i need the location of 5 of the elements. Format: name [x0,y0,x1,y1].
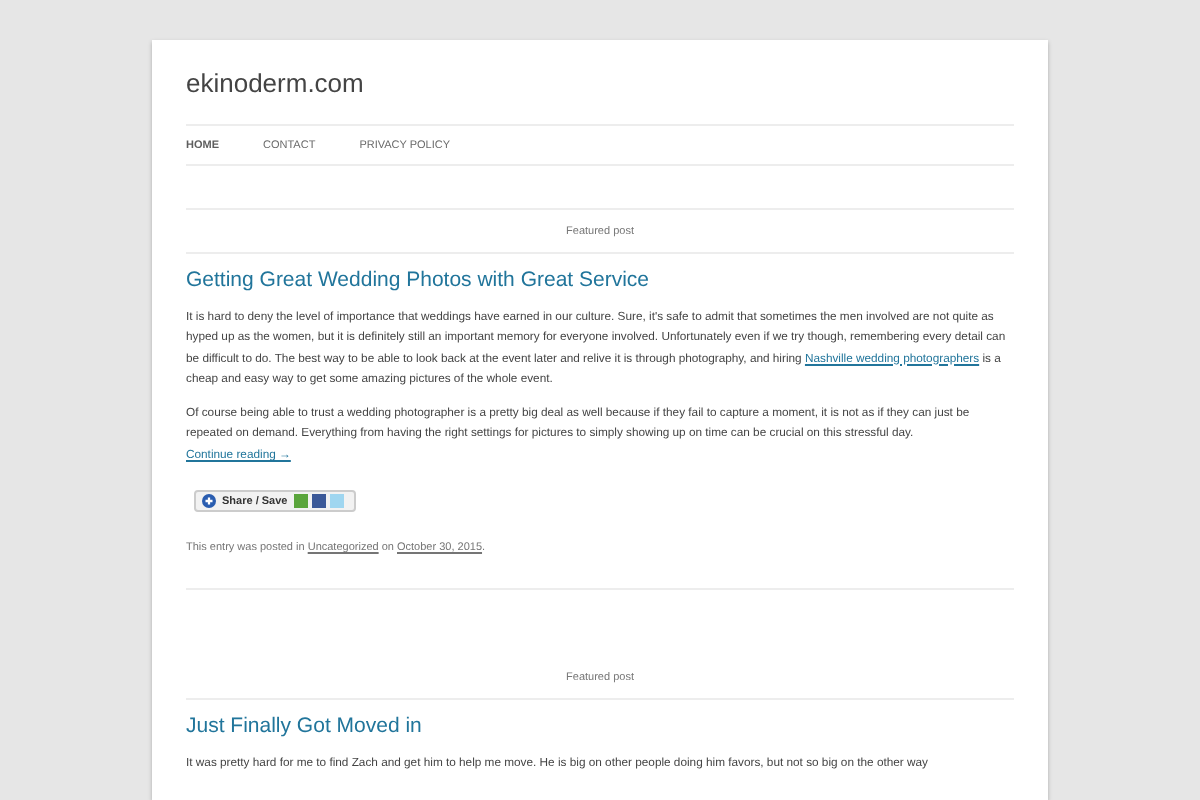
social-icons-drawing [293,494,348,509]
site-title[interactable]: ekinoderm.com [186,40,1014,124]
post-title[interactable]: Getting Great Wedding Photos with Great Service [186,268,1014,292]
plus-icon [202,494,216,509]
post-title[interactable]: Just Finally Got Moved in [186,714,1014,739]
